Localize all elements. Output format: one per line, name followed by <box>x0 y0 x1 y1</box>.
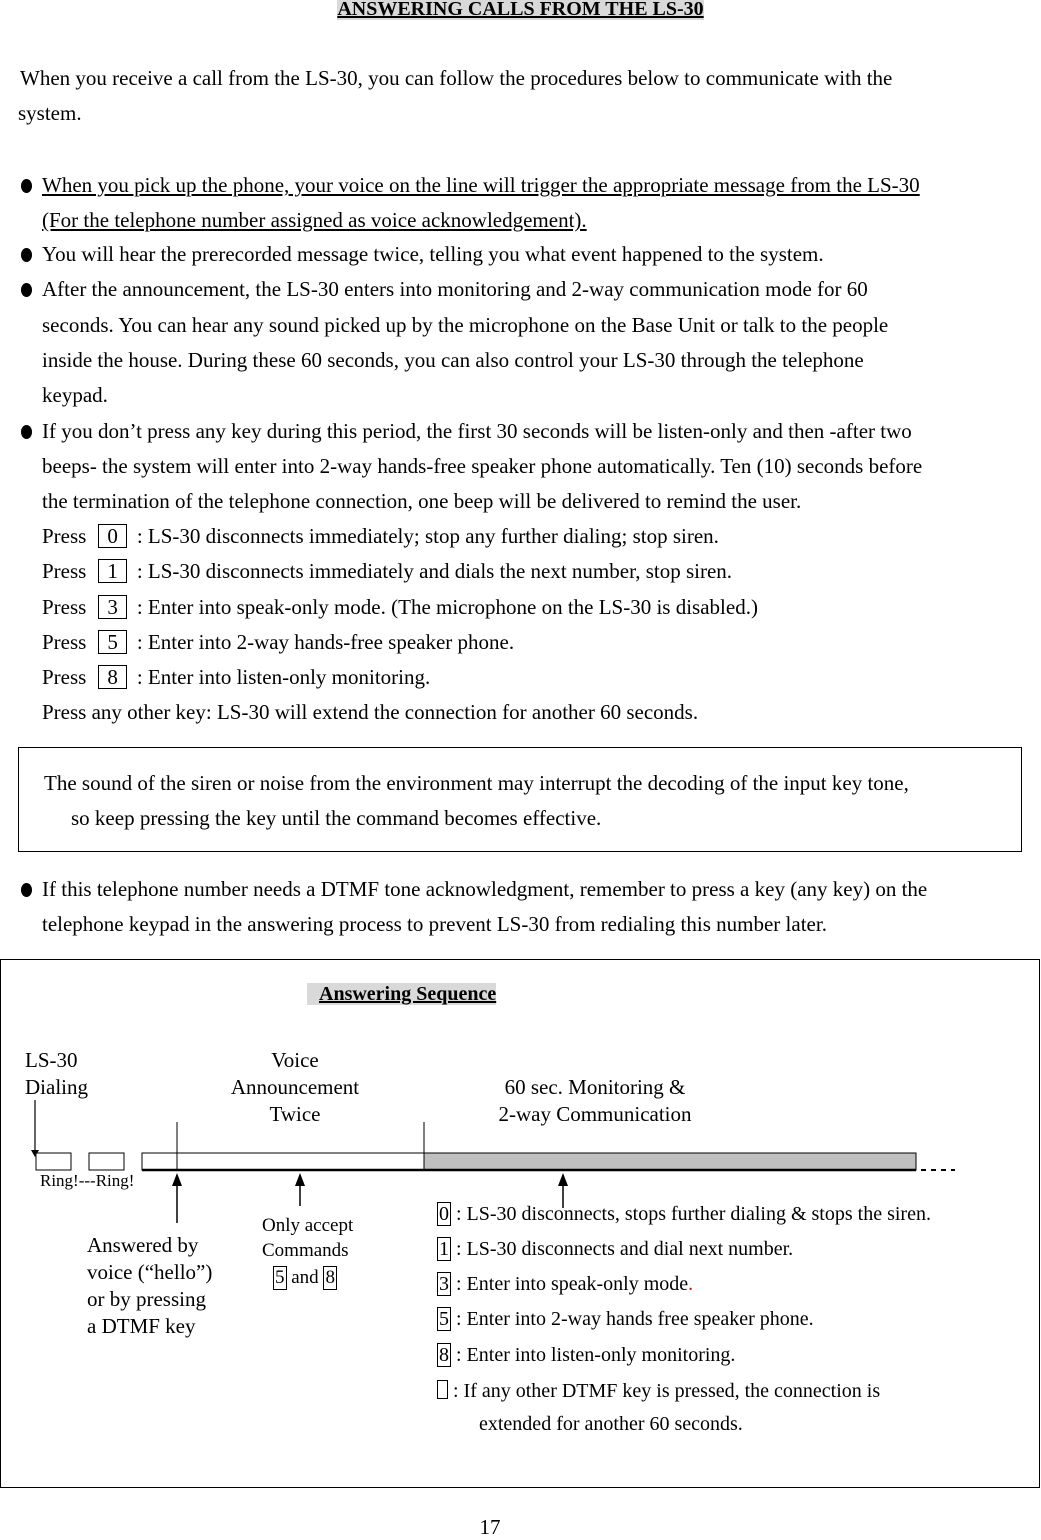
bullet-5-line-2: telephone keypad in the answering proces… <box>42 912 827 936</box>
note-box <box>18 747 1022 852</box>
key-0: 0 <box>437 1202 451 1226</box>
key-row-8: Press 8: Enter into listen-only monitorin… <box>42 665 431 689</box>
bullet-icon <box>21 883 32 897</box>
command-1: 1 : LS-30 disconnects and dial next numb… <box>437 1237 794 1261</box>
command-other: : If any other DTMF key is pressed, the … <box>437 1380 880 1403</box>
bullet-icon <box>21 425 32 439</box>
sequence-title: Answering Sequence <box>307 983 497 1006</box>
bullet-3-line-1: After the announcement, the LS-30 enters… <box>42 277 868 301</box>
key-5: 5 <box>273 1266 287 1290</box>
key-row-0: Press 0: LS-30 disconnects immediately; s… <box>42 524 719 548</box>
only-accept-line-2: Commands <box>262 1240 349 1261</box>
command-5: 5 : Enter into 2-way hands free speaker … <box>437 1307 814 1331</box>
only-accept-keys: 5 and 8 <box>273 1266 337 1290</box>
command-0: 0 : LS-30 disconnects, stops further dia… <box>437 1202 931 1226</box>
bullet-3-line-2: seconds. You can hear any sound picked u… <box>42 313 889 337</box>
bullet-4-line-2: beeps- the system will enter into 2-way … <box>42 454 923 478</box>
page-number: 17 <box>479 1515 501 1539</box>
key-1: 1 <box>98 559 127 583</box>
ring-label: Ring!---Ring! <box>40 1171 135 1190</box>
page-title: ANSWERING CALLS FROM THE LS-30 <box>337 0 704 20</box>
intro-line-2: system. <box>18 101 82 125</box>
key-row-5: Press 5: Enter into 2-way hands-free spea… <box>42 630 515 654</box>
bullet-2: You will hear the prerecorded message tw… <box>42 242 824 266</box>
key-5: 5 <box>98 630 127 654</box>
any-key-icon <box>437 1380 448 1399</box>
key-row-3: Press 3: Enter into speak-only mode. (The… <box>42 595 758 619</box>
key-3: 3 <box>437 1272 451 1296</box>
bullet-icon <box>21 179 32 193</box>
voice-label-1: Voice <box>271 1048 319 1072</box>
key-1: 1 <box>437 1237 451 1261</box>
ring-box <box>35 1152 72 1171</box>
bullet-3-line-4: keypad. <box>42 383 108 407</box>
intro-line-1: When you receive a call from the LS-30, … <box>20 66 893 90</box>
bullet-icon <box>21 283 32 297</box>
ring-box <box>88 1152 125 1171</box>
answered-line-3: or by pressing <box>87 1287 206 1311</box>
bullet-4-line-3: the termination of the telephone connect… <box>42 489 802 513</box>
bullet-1-line-1: When you pick up the phone, your voice o… <box>42 173 920 197</box>
note-line-1: The sound of the siren or noise from the… <box>44 771 909 795</box>
bullet-1-line-2: (For the telephone number assigned as vo… <box>42 208 587 232</box>
command-3: 3 : Enter into speak-only mode. <box>437 1272 694 1296</box>
key-8: 8 <box>323 1266 337 1290</box>
bullet-4-line-1: If you don’t press any key during this p… <box>42 419 912 443</box>
bullet-5-line-1: If this telephone number needs a DTMF to… <box>42 877 928 901</box>
command-8: 8 : Enter into listen-only monitoring. <box>437 1343 736 1367</box>
key-8: 8 <box>437 1343 451 1367</box>
note-line-2: so keep pressing the key until the comma… <box>71 806 602 830</box>
bullet-3-line-3: inside the house. During these 60 second… <box>42 348 864 372</box>
monitoring-segment <box>423 1152 917 1171</box>
key-0: 0 <box>98 524 127 548</box>
answered-line-4: a DTMF key <box>87 1314 196 1338</box>
announcement-segment <box>141 1152 425 1171</box>
command-other-line-2: extended for another 60 seconds. <box>479 1413 743 1435</box>
key-8: 8 <box>98 665 127 689</box>
dialing-label-1: LS-30 <box>25 1048 78 1072</box>
only-accept-line-1: Only accept <box>262 1215 354 1236</box>
key-3: 3 <box>98 595 127 619</box>
answered-line-1: Answered by <box>87 1233 199 1257</box>
answered-line-2: voice (“hello”) <box>87 1260 213 1284</box>
bullet-icon <box>21 248 32 262</box>
key-row-1: Press 1: LS-30 disconnects immediately an… <box>42 559 733 583</box>
other-key-text: Press any other key: LS-30 will extend t… <box>42 700 699 724</box>
key-5: 5 <box>437 1307 451 1331</box>
